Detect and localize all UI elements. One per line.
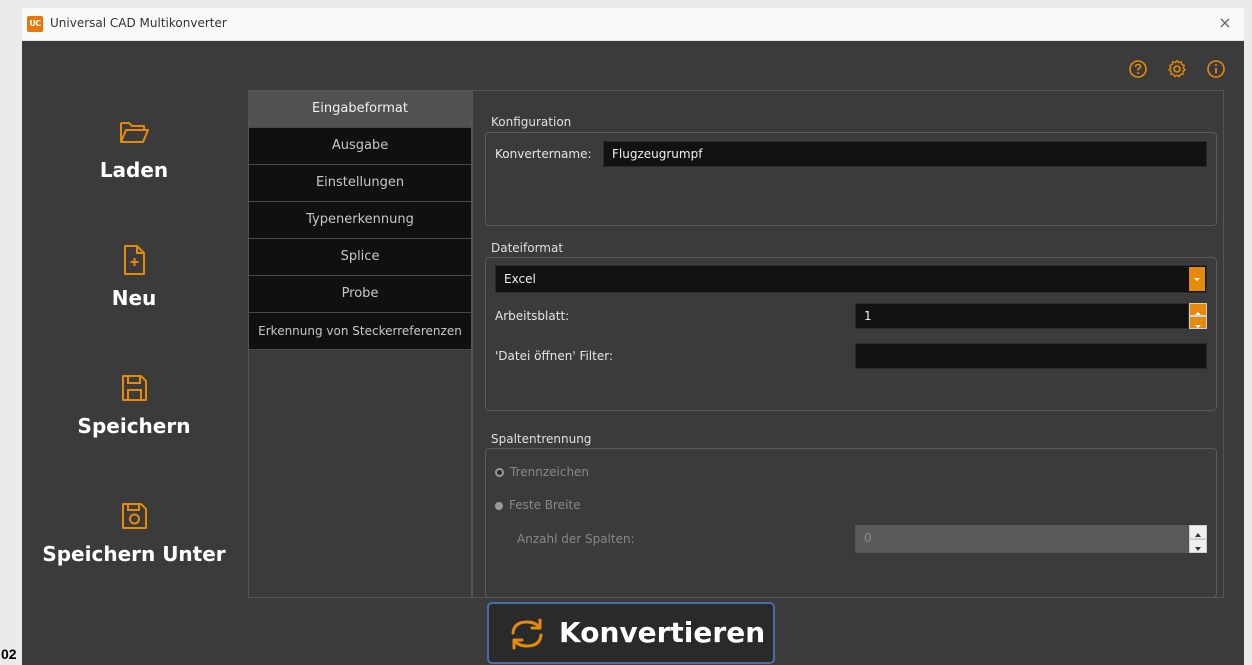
konvertername-input[interactable]: Flugzeugrumpf (603, 141, 1207, 167)
help-circle-icon[interactable] (1127, 58, 1149, 80)
stepper-up-icon[interactable] (1190, 526, 1206, 538)
arbeitsblatt-label: Arbeitsblatt: (495, 309, 570, 323)
folder-open-icon (120, 122, 149, 143)
filter-input[interactable] (855, 343, 1207, 369)
tab-ausgabe[interactable]: Ausgabe (249, 128, 471, 165)
title-bar: UC Universal CAD Multikonverter × (22, 8, 1244, 41)
format-select-value: Excel (504, 272, 536, 286)
radio-feste-breite[interactable]: Feste Breite (495, 498, 581, 512)
save-icon (122, 375, 147, 401)
refresh-arrows-icon (511, 618, 543, 650)
sidebar-item-neu[interactable]: Neu (22, 242, 246, 310)
chevron-down-icon[interactable] (1189, 267, 1205, 291)
arbeitsblatt-stepper[interactable] (1189, 303, 1207, 329)
tab-eingabeformat[interactable]: Eingabeformat (249, 91, 471, 128)
konvertieren-label: Konvertieren (559, 616, 766, 649)
save-as-icon (122, 503, 147, 529)
radio-trennzeichen[interactable]: Trennzeichen (495, 465, 589, 479)
tab-erkennung-steckerreferenzen[interactable]: Erkennung von Steckerreferenzen (249, 313, 471, 350)
anzahl-spalten-input[interactable]: 0 (855, 525, 1189, 553)
sidebar-item-laden[interactable]: Laden (22, 114, 246, 182)
radio-trennzeichen-label: Trennzeichen (510, 465, 590, 479)
anzahl-spalten-label: Anzahl der Spalten: (517, 532, 635, 546)
tab-einstellungen[interactable]: Einstellungen (249, 165, 471, 202)
format-select[interactable]: Excel (495, 265, 1207, 293)
app-logo-icon: UC (27, 16, 43, 32)
radio-feste-breite-label: Feste Breite (509, 498, 581, 512)
filter-label: 'Datei öffnen' Filter: (495, 349, 613, 363)
content-panel: Konfiguration Konvertername: Flugzeugrum… (472, 90, 1224, 598)
window-title: Universal CAD Multikonverter (50, 16, 227, 30)
group-title-spaltentrennung: Spaltentrennung (491, 432, 592, 446)
konvertername-label: Konvertername: (495, 147, 592, 161)
info-icon[interactable] (1205, 58, 1227, 80)
spaltentrennung-group (485, 448, 1217, 598)
sidebar-label-speichern-unter: Speichern Unter (42, 542, 226, 566)
sidebar-item-speichern-unter[interactable]: Speichern Unter (22, 498, 246, 566)
sidebar-label-laden: Laden (99, 158, 169, 182)
radio-unchecked-icon (495, 501, 503, 510)
group-title-dateiformat: Dateiformat (491, 241, 564, 255)
radio-checked-icon (495, 468, 504, 477)
arbeitsblatt-input[interactable]: 1 (855, 303, 1189, 329)
anzahl-spalten-stepper[interactable] (1189, 525, 1207, 553)
tab-splice[interactable]: Splice (249, 239, 471, 276)
new-file-icon (124, 245, 145, 275)
tabs-panel: Eingabeformat Ausgabe Einstellungen Type… (248, 90, 472, 598)
stepper-up-icon[interactable] (1190, 304, 1206, 315)
stepper-down-icon[interactable] (1190, 540, 1206, 552)
page-number: 02 (1, 646, 17, 662)
konvertieren-button[interactable]: Konvertieren (487, 602, 775, 664)
tab-probe[interactable]: Probe (249, 276, 471, 313)
sidebar-item-speichern[interactable]: Speichern (22, 370, 246, 438)
app-window: UC Universal CAD Multikonverter × Laden (22, 8, 1244, 665)
stepper-down-icon[interactable] (1190, 317, 1206, 328)
group-title-konfiguration: Konfiguration (491, 115, 572, 129)
sidebar-label-neu: Neu (111, 286, 157, 310)
close-button[interactable]: × (1214, 12, 1236, 34)
settings-gear-icon[interactable] (1166, 58, 1188, 80)
sidebar-label-speichern: Speichern (77, 414, 191, 438)
tab-typenerkennung[interactable]: Typenerkennung (249, 202, 471, 239)
